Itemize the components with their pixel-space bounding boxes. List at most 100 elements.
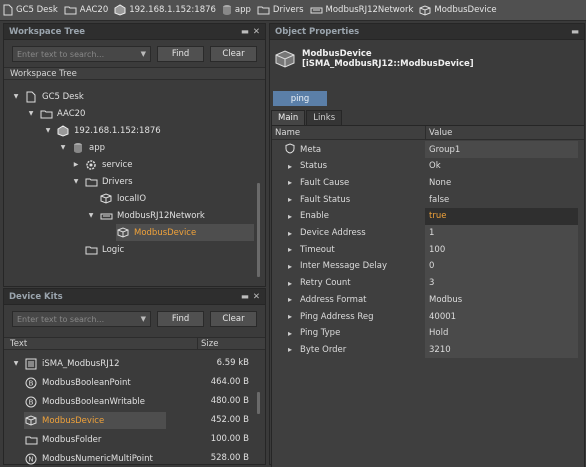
find-button[interactable]: Find [157,46,205,62]
property-name-cell: ▸ Ping Type [284,328,340,338]
column-header[interactable]: Workspace Tree [4,67,265,80]
property-value[interactable]: Hold [425,324,578,342]
column-value[interactable]: Value [425,126,452,139]
tree-item-label: Drivers [102,176,133,187]
property-row[interactable]: ▸ Address Format Modbus [272,291,584,309]
scrollbar[interactable] [257,183,260,277]
close-icon[interactable]: ✕ [253,27,260,37]
property-row[interactable]: ▸ Status Ok [272,158,584,175]
chevron-down-icon[interactable]: ▼ [44,127,52,134]
property-row[interactable]: ▸ Timeout 100 [272,241,584,259]
breadcrumb-item[interactable]: ModbusRJ12Network [310,5,413,15]
property-value[interactable]: 0 [425,257,578,275]
find-button[interactable]: Find [157,311,205,327]
chevron-down-icon[interactable]: ▼ [141,315,146,323]
tab-main[interactable]: Main [271,110,306,125]
property-value[interactable]: 3210 [425,341,578,359]
property-value[interactable]: Modbus [425,291,578,309]
chevron-down-icon[interactable]: ▼ [141,50,146,58]
kit-item[interactable]: B ModbusBooleanPoint [24,374,131,391]
kit-item[interactable]: ▼ iSMA_ModbusRJ12 [12,355,120,372]
tree-item[interactable]: ▼ AAC20 [27,105,86,122]
tree-item[interactable]: ▼ 192.168.1.152:1876 [44,122,161,139]
tree-item[interactable]: ▼ app [59,139,105,156]
close-icon[interactable]: ✕ [253,292,260,302]
tree-item[interactable]: ▶ service [72,156,133,173]
property-value[interactable]: 3 [425,274,578,292]
kits-search-input[interactable]: Enter text to search... ▼ [12,311,152,327]
chevron-down-icon[interactable]: ▼ [12,93,20,100]
tree-item[interactable]: ▼ Drivers [72,173,133,190]
chevron-down-icon[interactable]: ▼ [12,360,20,367]
dot-icon: ▸ [287,228,292,238]
column-size[interactable]: Size [197,338,218,349]
property-row[interactable]: ▸ Inter Message Delay 0 [272,257,584,275]
property-row[interactable]: ▸ Retry Count 3 [272,274,584,292]
folder-icon [84,244,98,256]
workspace-search-input[interactable]: Enter text to search... ▼ [12,46,152,62]
property-name: Byte Order [300,344,347,355]
column-text[interactable]: Text [10,339,27,349]
breadcrumb-item[interactable]: AAC20 [64,5,108,15]
kit-item[interactable]: B ModbusBooleanWritable [24,393,145,410]
tree-item[interactable]: ▼ GC5 Desk [12,88,84,105]
kit-item[interactable]: ModbusDevice [24,412,104,429]
chevron-right-icon[interactable]: ▶ [72,161,80,168]
dot-icon: ▸ [287,245,292,255]
panel-header: Workspace Tree ▬ ✕ [4,24,265,40]
property-row[interactable]: ▸ Ping Address Reg 40001 [272,308,584,325]
breadcrumb-item[interactable]: ModbusDevice [419,4,497,16]
kit-item-size: 464.00 B [210,377,249,387]
kit-item[interactable]: ModbusFolder [24,431,101,448]
breadcrumb-item[interactable]: 192.168.1.152:1876 [114,4,216,16]
property-row[interactable]: ▸ Enable true [272,207,584,225]
scrollbar[interactable] [257,392,260,414]
breadcrumb-item[interactable]: GC5 Desk [3,4,58,16]
kit-item[interactable]: N ModbusNumericMultiPoint [24,450,153,467]
clear-button[interactable]: Clear [210,46,257,62]
property-row[interactable]: ▸ Fault Cause None [272,174,584,191]
minimize-icon[interactable]: ▬ [571,27,579,37]
tabs: Main Links [271,110,343,125]
property-value[interactable]: 100 [425,241,578,259]
breadcrumb-label: GC5 Desk [16,5,58,15]
property-row[interactable]: ▸ Device Address 1 [272,224,584,242]
device-icon [419,4,431,16]
folder-icon [257,5,270,15]
property-value[interactable]: Group1 [425,141,578,158]
property-name: Device Address [300,228,366,238]
property-name-cell: Meta [284,143,321,156]
breadcrumb-item[interactable]: Drivers [257,5,304,15]
chevron-down-icon[interactable]: ▼ [87,212,95,219]
property-row[interactable]: ▸ Ping Type Hold [272,324,584,342]
breadcrumb-item[interactable]: app [222,4,251,16]
ping-button[interactable]: ping [273,91,327,106]
property-row[interactable]: ▸ Byte Order 3210 [272,341,584,359]
property-name-cell: ▸ Enable [284,211,329,221]
device-icon [116,227,130,239]
search-placeholder: Enter text to search... [17,49,105,59]
property-value[interactable]: 1 [425,224,578,242]
property-value[interactable]: 40001 [425,308,578,325]
tree-item[interactable]: ▼ ModbusRJ12Network [87,207,205,224]
chevron-down-icon[interactable]: ▼ [59,144,67,151]
device-icon [99,193,113,205]
minimize-icon[interactable]: ▬ [241,292,249,302]
tree-item[interactable]: Logic [72,241,124,258]
chevron-down-icon[interactable]: ▼ [72,178,80,185]
tree-item[interactable]: ModbusDevice [104,224,196,241]
property-value[interactable]: true [425,207,578,225]
kit-item-size: 528.00 B [210,453,249,463]
tab-links[interactable]: Links [306,110,343,125]
tree-item[interactable]: localIO [87,190,146,207]
clear-button[interactable]: Clear [210,311,257,327]
chevron-down-icon[interactable]: ▼ [27,110,35,117]
property-name-cell: ▸ Fault Cause [284,178,349,188]
tree-item-label: localIO [117,193,147,204]
property-row[interactable]: ▸ Fault Status false [272,191,584,208]
station-icon [114,4,126,16]
property-row[interactable]: Meta Group1 [272,141,584,158]
dot-icon: ▸ [287,211,292,221]
column-name[interactable]: Name [272,128,300,138]
minimize-icon[interactable]: ▬ [241,27,249,37]
